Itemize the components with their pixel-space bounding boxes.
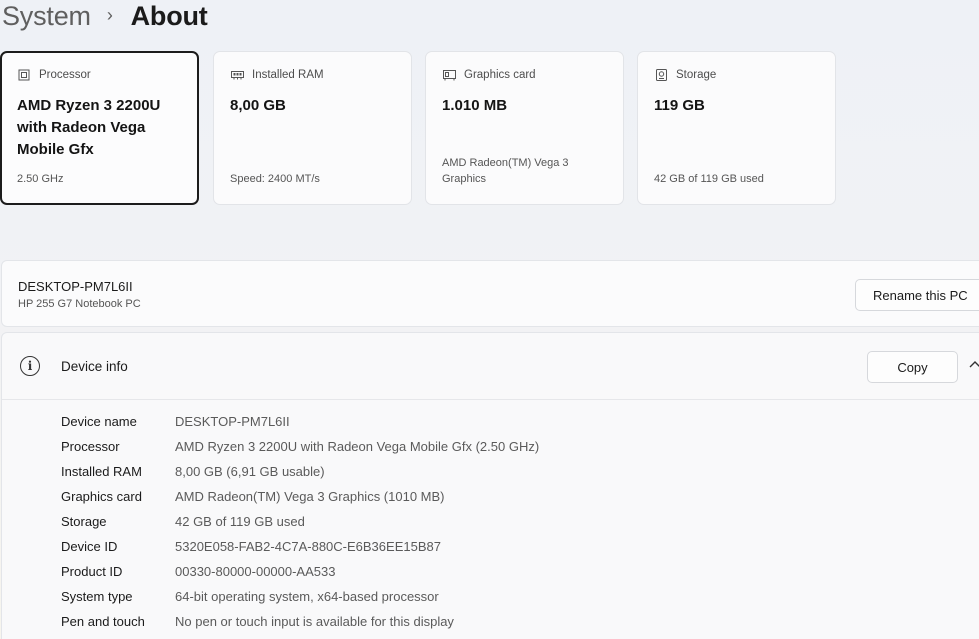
- spec-label: Pen and touch: [61, 614, 145, 629]
- storage-card-footer: 42 GB of 119 GB used: [654, 173, 764, 185]
- page-title: About: [130, 0, 208, 31]
- spec-row-device-name: Device name DESKTOP-PM7L6II: [61, 409, 539, 434]
- processor-card-title: Processor: [39, 69, 91, 81]
- breadcrumb: System › About: [2, 0, 208, 38]
- info-icon: i: [20, 356, 40, 376]
- spec-row-processor: Processor AMD Ryzen 3 2200U with Radeon …: [61, 434, 539, 459]
- pc-model: HP 255 G7 Notebook PC: [18, 298, 141, 310]
- pc-name: DESKTOP-PM7L6II: [18, 279, 133, 294]
- spec-row-graphics-card: Graphics card AMD Radeon(TM) Vega 3 Grap…: [61, 484, 539, 509]
- device-info-panel: i Device info Copy Device name DESKTOP-P…: [1, 332, 979, 639]
- spec-row-installed-ram: Installed RAM 8,00 GB (6,91 GB usable): [61, 459, 539, 484]
- spec-label: Product ID: [61, 564, 123, 579]
- graphics-card-icon: [442, 69, 456, 81]
- storage-card-value: 119 GB: [654, 97, 705, 114]
- processor-card-footer: 2.50 GHz: [17, 173, 64, 185]
- spec-row-storage: Storage 42 GB of 119 GB used: [61, 509, 539, 534]
- ram-card-value: 8,00 GB: [230, 97, 286, 114]
- spec-value: 8,00 GB (6,91 GB usable): [175, 464, 325, 479]
- pc-name-panel: DESKTOP-PM7L6II HP 255 G7 Notebook PC Re…: [1, 260, 979, 327]
- spec-label: Device name: [61, 414, 137, 429]
- spec-label: Device ID: [61, 539, 118, 554]
- spec-value: 42 GB of 119 GB used: [175, 514, 305, 529]
- spec-value: 64-bit operating system, x64-based proce…: [175, 589, 439, 604]
- spec-label: Storage: [61, 514, 107, 529]
- spec-value: AMD Ryzen 3 2200U with Radeon Vega Mobil…: [175, 439, 540, 454]
- processor-card-value: AMD Ryzen 3 2200U with Radeon Vega Mobil…: [17, 97, 161, 158]
- graphics-card-footer: AMD Radeon(TM) Vega 3 Graphics: [442, 157, 569, 185]
- spec-row-pen-and-touch: Pen and touch No pen or touch input is a…: [61, 609, 539, 634]
- breadcrumb-system-link[interactable]: System: [2, 1, 91, 32]
- graphics-card[interactable]: Graphics card 1.010 MB AMD Radeon(TM) Ve…: [425, 51, 624, 205]
- spec-row-product-id: Product ID 00330-80000-00000-AA533: [61, 559, 539, 584]
- spec-row-system-type: System type 64-bit operating system, x64…: [61, 584, 539, 609]
- spec-value: 5320E058-FAB2-4C7A-880C-E6B36EE15B87: [175, 539, 441, 554]
- device-info-header[interactable]: i Device info Copy: [2, 333, 979, 400]
- chevron-up-icon[interactable]: [968, 357, 979, 371]
- spec-value: No pen or touch input is available for t…: [175, 614, 454, 629]
- ram-card[interactable]: Installed RAM 8,00 GB Speed: 2400 MT/s: [213, 51, 412, 205]
- spec-label: System type: [61, 589, 133, 604]
- device-spec-list: Device name DESKTOP-PM7L6II Processor AM…: [61, 409, 539, 634]
- processor-icon: [17, 69, 31, 81]
- ram-card-title: Installed RAM: [252, 69, 324, 81]
- spec-label: Processor: [61, 439, 120, 454]
- device-info-title: Device info: [61, 359, 128, 374]
- rename-pc-button[interactable]: Rename this PC: [855, 279, 979, 311]
- spec-row-device-id: Device ID 5320E058-FAB2-4C7A-880C-E6B36E…: [61, 534, 539, 559]
- spec-value: AMD Radeon(TM) Vega 3 Graphics (1010 MB): [175, 489, 445, 504]
- storage-card-title: Storage: [676, 69, 717, 81]
- storage-card[interactable]: Storage 119 GB 42 GB of 119 GB used: [637, 51, 836, 205]
- storage-icon: [654, 69, 668, 81]
- ram-card-footer: Speed: 2400 MT/s: [230, 173, 320, 185]
- processor-card[interactable]: Processor AMD Ryzen 3 2200U with Radeon …: [0, 51, 199, 205]
- spec-value: 00330-80000-00000-AA533: [175, 564, 336, 579]
- graphics-card-title: Graphics card: [464, 69, 536, 81]
- spec-label: Graphics card: [61, 489, 142, 504]
- graphics-card-value: 1.010 MB: [442, 97, 508, 114]
- breadcrumb-chevron-icon: ›: [106, 4, 113, 25]
- spec-value: DESKTOP-PM7L6II: [175, 414, 290, 429]
- ram-icon: [230, 69, 244, 81]
- spec-label: Installed RAM: [61, 464, 142, 479]
- copy-button[interactable]: Copy: [867, 351, 958, 383]
